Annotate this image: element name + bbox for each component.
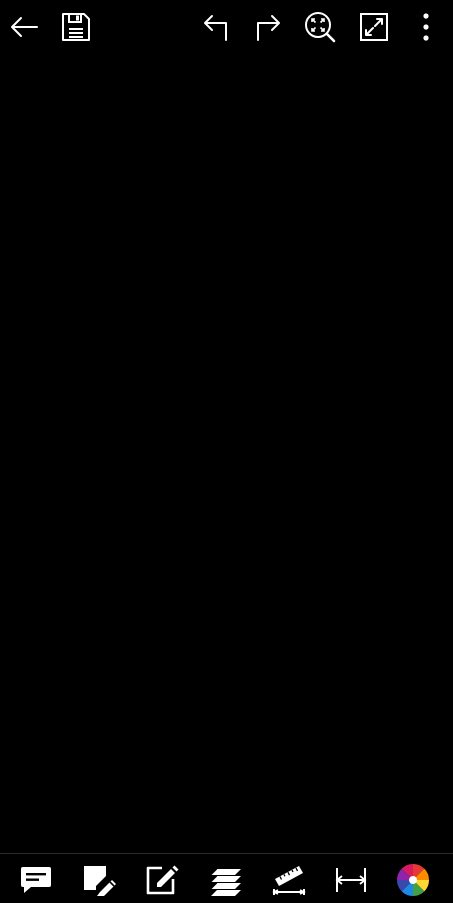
- back-arrow-icon: [11, 17, 38, 37]
- draw-button[interactable]: [79, 862, 119, 898]
- edit-note-button[interactable]: [142, 862, 182, 898]
- layers-icon: [210, 868, 241, 896]
- more-vertical-icon: [423, 13, 429, 41]
- undo-button[interactable]: [196, 7, 236, 47]
- ruler-measure-button[interactable]: [269, 862, 309, 898]
- color-wheel-center: [409, 876, 417, 884]
- zoom-fit-button[interactable]: [300, 7, 340, 47]
- save-button[interactable]: [56, 7, 96, 47]
- color-wheel-icon: [397, 864, 429, 896]
- fullscreen-button[interactable]: [354, 7, 394, 47]
- bottom-toolbar: [0, 853, 453, 903]
- edit-note-icon: [146, 865, 179, 895]
- fullscreen-icon: [360, 13, 388, 41]
- more-options-button[interactable]: [406, 7, 446, 47]
- back-button[interactable]: [4, 7, 44, 47]
- ruler-measure-icon: [272, 866, 306, 895]
- layers-button[interactable]: [206, 862, 246, 898]
- drawing-canvas[interactable]: [0, 54, 453, 853]
- redo-icon: [257, 15, 280, 41]
- save-icon: [62, 13, 90, 41]
- color-picker-button[interactable]: [393, 862, 433, 898]
- draw-icon: [84, 866, 116, 896]
- top-toolbar: [0, 0, 453, 54]
- dimension-button[interactable]: [331, 862, 371, 898]
- dimension-icon: [335, 868, 367, 892]
- comment-button[interactable]: [16, 862, 56, 898]
- undo-icon: [204, 15, 227, 41]
- comment-icon: [21, 867, 51, 893]
- zoom-fit-icon: [305, 12, 336, 43]
- redo-button[interactable]: [248, 7, 288, 47]
